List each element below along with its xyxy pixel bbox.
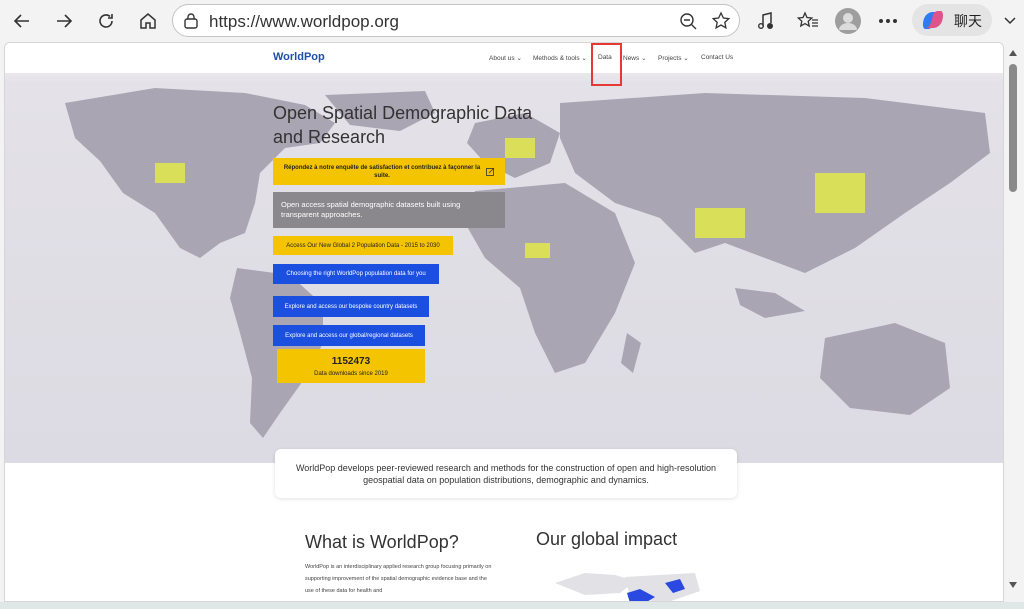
indonesia-shape <box>735 288 805 318</box>
more-icon[interactable] <box>872 6 904 36</box>
page-scrollbar[interactable] <box>1006 46 1020 596</box>
downloads-counter: 1152473 Data downloads since 2019 <box>277 349 425 383</box>
what-is-text: WorldPop is an interdisciplinary applied… <box>305 564 492 594</box>
url-text[interactable]: https://www.worldpop.org <box>209 12 399 32</box>
hero-section: WorldPop About us ⌄ Methods & tools ⌄ Da… <box>5 43 1003 463</box>
copilot-button[interactable]: 聊天 <box>912 4 992 36</box>
country-datasets-button[interactable]: Explore and access our bespoke country d… <box>273 296 429 317</box>
madagascar-shape <box>621 333 641 373</box>
downloads-label: Data downloads since 2019 <box>314 370 388 377</box>
favorite-star-icon[interactable] <box>711 11 731 36</box>
nav-item-contact[interactable]: Contact Us <box>701 54 733 61</box>
reload-icon[interactable] <box>90 6 122 36</box>
site-header: WorldPop About us ⌄ Methods & tools ⌄ Da… <box>5 43 1003 73</box>
copilot-label: 聊天 <box>954 13 982 29</box>
avatar[interactable] <box>832 6 864 36</box>
chevron-down-icon[interactable] <box>994 6 1024 36</box>
data-nav-highlight <box>591 43 622 86</box>
nav-item-projects[interactable]: Projects ⌄ <box>658 54 689 62</box>
address-bar[interactable]: https://www.worldpop.org <box>172 4 740 37</box>
page-viewport: WorldPop About us ⌄ Methods & tools ⌄ Da… <box>4 42 1004 602</box>
australia-shape <box>820 323 950 415</box>
media-icon[interactable] <box>750 6 782 36</box>
forward-icon[interactable] <box>48 6 80 36</box>
what-is-heading: What is WorldPop? <box>305 532 459 552</box>
nav-item-methods[interactable]: Methods & tools ⌄ <box>533 54 587 62</box>
global-datasets-button[interactable]: Explore and access our global/regional d… <box>273 325 425 346</box>
browser-toolbar: https://www.worldpop.org 聊天 <box>0 0 1024 42</box>
lock-icon[interactable] <box>183 12 199 35</box>
back-icon[interactable] <box>6 6 38 36</box>
edit-icon <box>486 167 495 179</box>
nav-item-news[interactable]: News ⌄ <box>623 54 647 62</box>
global-impact-heading: Our global impact <box>536 529 678 549</box>
tagline-box: Open access spatial demographic datasets… <box>273 192 505 228</box>
taskbar-strip <box>0 602 1024 609</box>
survey-banner-button[interactable]: Répondez à notre enquête de satisfaction… <box>273 158 505 185</box>
home-icon[interactable] <box>132 6 164 36</box>
survey-banner-text: Répondez à notre enquête de satisfaction… <box>283 164 481 179</box>
global2-data-button[interactable]: Access Our New Global 2 Population Data … <box>273 236 453 255</box>
page-title: Open Spatial Demographic Data and Resear… <box>273 103 533 147</box>
zoom-icon[interactable] <box>679 12 697 35</box>
site-logo[interactable]: WorldPop <box>273 51 325 63</box>
downloads-count: 1152473 <box>331 355 371 367</box>
choosing-data-button[interactable]: Choosing the right WorldPop population d… <box>273 264 439 284</box>
nav-item-about[interactable]: About us ⌄ <box>489 54 522 62</box>
copilot-icon <box>920 9 946 36</box>
impact-map-image <box>555 573 700 601</box>
intro-card: WorldPop develops peer-reviewed research… <box>275 449 737 498</box>
favorites-icon[interactable] <box>792 6 824 36</box>
